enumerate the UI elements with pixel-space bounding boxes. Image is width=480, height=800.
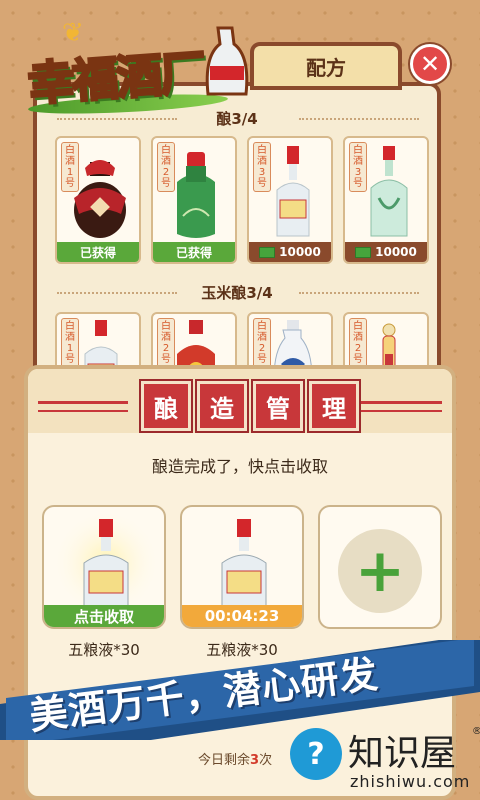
recipe-panel: 酿3/4 白酒1号 已获得 白酒2号 已获得 白酒3号 10000 白酒3号 1… bbox=[33, 82, 441, 382]
recipe-card[interactable]: 白酒1号 已获得 bbox=[55, 136, 141, 264]
recipe-label: 白酒3号 bbox=[349, 142, 367, 192]
recipe-label: 白酒2号 bbox=[157, 318, 175, 368]
brew-slot-empty[interactable]: + bbox=[318, 505, 442, 629]
watermark-name: 知识屋 bbox=[348, 733, 457, 774]
divider bbox=[57, 292, 177, 296]
status-badge: 已获得 bbox=[153, 242, 235, 262]
title-char: 理 bbox=[309, 381, 359, 431]
recipe-label: 白酒2号 bbox=[349, 318, 367, 368]
logo-title: 幸福酒厂 bbox=[25, 43, 207, 112]
brew-timer: 00:04:23 bbox=[182, 605, 302, 627]
price-value: 10000 bbox=[279, 245, 321, 259]
price-badge: 10000 bbox=[249, 242, 331, 262]
game-logo: ❦ 幸福酒厂 bbox=[22, 18, 258, 118]
recipe-label: 白酒1号 bbox=[61, 318, 79, 368]
recipe-card[interactable]: 白酒3号 10000 bbox=[247, 136, 333, 264]
cash-icon bbox=[259, 246, 276, 258]
divider bbox=[299, 118, 419, 122]
divider bbox=[57, 118, 177, 122]
divider bbox=[299, 292, 419, 296]
title-char: 管 bbox=[253, 381, 303, 431]
brew-message: 酿造完成了，快点击收取 bbox=[151, 457, 328, 476]
brew-slot-brewing[interactable]: 00:04:23 bbox=[180, 505, 304, 629]
recipe-label: 白酒3号 bbox=[253, 142, 271, 192]
tab-recipe[interactable]: 配方 bbox=[250, 42, 402, 90]
question-monitor-icon: ? bbox=[290, 728, 342, 780]
add-icon: + bbox=[338, 529, 422, 613]
recipe-label: 白酒1号 bbox=[61, 142, 79, 192]
white-bottle-icon bbox=[221, 519, 267, 612]
watermark-site: zhishiwu.com bbox=[350, 772, 471, 791]
close-button[interactable]: ✕ bbox=[410, 44, 450, 84]
recipe-label: 白酒2号 bbox=[157, 142, 175, 192]
close-icon: ✕ bbox=[419, 50, 441, 78]
title-char: 酿 bbox=[141, 381, 191, 431]
recipe-card[interactable]: 白酒2号 已获得 bbox=[151, 136, 237, 264]
wheat-icon: ❦ bbox=[62, 18, 84, 48]
header-ornament bbox=[38, 401, 128, 412]
price-value: 10000 bbox=[375, 245, 417, 259]
title-char: 造 bbox=[197, 381, 247, 431]
brew-title: 酿 造 管 理 bbox=[141, 381, 359, 431]
watermark: ? 知识屋 ® zhishiwu.com bbox=[286, 722, 480, 800]
price-badge: 10000 bbox=[345, 242, 427, 262]
collect-button[interactable]: 点击收取 bbox=[44, 605, 164, 627]
brew-slot-ready[interactable]: 点击收取 bbox=[42, 505, 166, 629]
bottle-logo-icon bbox=[205, 26, 249, 96]
header-ornament bbox=[352, 401, 442, 412]
bottle-glow-icon bbox=[52, 509, 160, 617]
status-badge: 已获得 bbox=[57, 242, 139, 262]
recipe-label: 白酒2号 bbox=[253, 318, 271, 368]
remaining-count: 今日剩余3次 bbox=[198, 753, 273, 768]
registered-mark: ® bbox=[472, 726, 480, 737]
cash-icon bbox=[355, 246, 372, 258]
recipe-card[interactable]: 白酒3号 10000 bbox=[343, 136, 429, 264]
